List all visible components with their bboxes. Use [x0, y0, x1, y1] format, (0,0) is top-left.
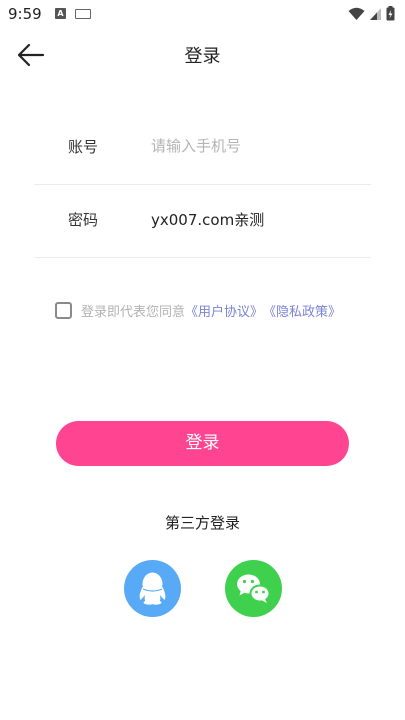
- wechat-login-button[interactable]: [225, 560, 282, 617]
- status-time: 9:59: [8, 5, 42, 23]
- password-label: 密码: [68, 211, 99, 229]
- keyboard-icon: [75, 9, 91, 19]
- privacy-policy-link[interactable]: 《隐私政策》: [263, 301, 341, 320]
- wechat-icon: [237, 574, 271, 603]
- agreement-row: 登录即代表您同意 《用户协议》 《隐私政策》: [55, 299, 341, 321]
- notification-a-icon: A: [55, 8, 66, 19]
- third-party-title: 第三方登录: [164, 514, 240, 532]
- phone-input[interactable]: [151, 130, 361, 162]
- agreement-text: 登录即代表您同意: [81, 304, 186, 320]
- qq-icon: [139, 572, 166, 605]
- status-icons: [348, 6, 395, 21]
- agreement-checkbox[interactable]: [55, 301, 72, 319]
- signal-icon: [370, 7, 381, 20]
- page-title: 登录: [184, 46, 221, 67]
- qq-login-button[interactable]: [124, 560, 181, 617]
- password-row: 密码: [34, 185, 371, 258]
- account-row: 账号: [34, 112, 371, 185]
- login-button[interactable]: 登录: [56, 421, 349, 466]
- wifi-icon: [348, 7, 365, 20]
- account-label: 账号: [68, 138, 99, 156]
- header: 登录: [0, 28, 405, 84]
- status-bar: 9:59 A: [0, 0, 405, 28]
- battery-icon: [386, 6, 395, 21]
- password-input[interactable]: [151, 203, 361, 235]
- user-agreement-link[interactable]: 《用户协议》: [185, 301, 263, 320]
